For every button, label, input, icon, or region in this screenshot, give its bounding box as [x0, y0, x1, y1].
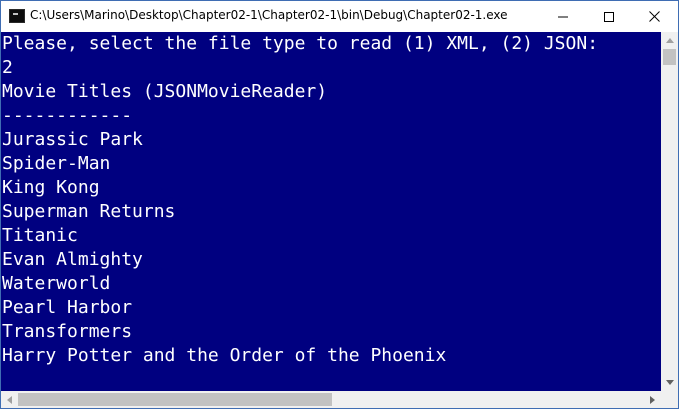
scroll-right-button[interactable] [644, 391, 661, 408]
console-window: C:\Users\Marino\Desktop\Chapter02-1\Chap… [0, 0, 679, 409]
scroll-down-button[interactable] [661, 374, 678, 391]
console-line: Jurassic Park [2, 129, 143, 150]
console-line: Pearl Harbor [2, 297, 133, 318]
console-line: Please, select the file type to read (1)… [2, 33, 599, 54]
scroll-right-arrow-icon [650, 395, 655, 404]
console-line: Evan Almighty [2, 249, 143, 270]
vertical-scroll-thumb[interactable] [663, 49, 676, 65]
scroll-up-arrow-icon [665, 38, 674, 43]
console-line: Transformers [2, 321, 133, 342]
close-icon [649, 11, 660, 22]
console-line: King Kong [2, 177, 100, 198]
console-app-icon[interactable] [9, 9, 25, 23]
close-button[interactable] [632, 1, 677, 32]
maximize-button[interactable] [586, 1, 631, 32]
maximize-icon [603, 11, 614, 22]
console-line: Superman Returns [2, 201, 176, 222]
console-line: ------------ [2, 105, 133, 126]
scroll-up-button[interactable] [661, 32, 678, 49]
console-output[interactable]: Please, select the file type to read (1)… [1, 32, 661, 391]
console-line: Harry Potter and the Order of the Phoeni… [2, 345, 447, 366]
horizontal-scrollbar[interactable] [1, 391, 661, 408]
scrollbar-corner [661, 391, 678, 408]
scroll-left-arrow-icon [7, 395, 12, 404]
console-line: 2 [2, 57, 13, 78]
scroll-left-button[interactable] [1, 391, 18, 408]
window-title: C:\Users\Marino\Desktop\Chapter02-1\Chap… [30, 8, 508, 22]
scroll-down-arrow-icon [665, 380, 674, 385]
vertical-scrollbar[interactable] [661, 32, 678, 391]
horizontal-scroll-thumb[interactable] [18, 393, 332, 406]
console-line: Titanic [2, 225, 78, 246]
console-line: Spider-Man [2, 153, 111, 174]
console-line: Waterworld [2, 273, 111, 294]
console-line: Movie Titles (JSONMovieReader) [2, 81, 328, 102]
minimize-button[interactable] [540, 1, 585, 32]
title-bar[interactable]: C:\Users\Marino\Desktop\Chapter02-1\Chap… [1, 1, 678, 32]
minimize-icon [557, 16, 568, 17]
